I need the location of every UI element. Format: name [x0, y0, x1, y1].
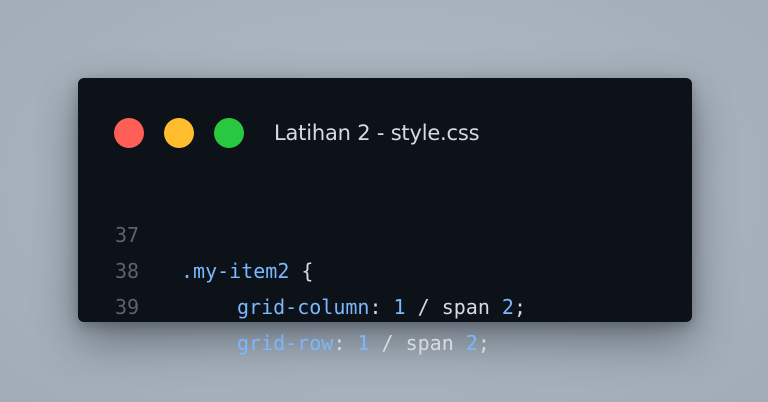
window-title: Latihan 2 - style.css — [274, 121, 480, 145]
value-text: / span — [369, 331, 466, 355]
line-content: grid-row: 1 / span 2; — [181, 325, 490, 361]
css-property: grid-row — [237, 331, 334, 355]
close-window-button[interactable] — [114, 118, 144, 148]
code-block: 37 .my-item2 { 38 grid-column: 1 / span … — [78, 181, 692, 355]
maximize-window-button[interactable] — [214, 118, 244, 148]
line-content: grid-column: 1 / span 2; — [181, 289, 526, 325]
window-titlebar: Latihan 2 - style.css — [78, 78, 692, 188]
code-window: Latihan 2 - style.css 37 .my-item2 { 38 … — [78, 78, 692, 355]
number-value: 2 — [501, 295, 514, 319]
code-line: 37 .my-item2 { — [78, 181, 692, 283]
code-line: 39 grid-row: 1 / span 2; — [78, 253, 692, 355]
semicolon: ; — [477, 331, 490, 355]
minimize-window-button[interactable] — [164, 118, 194, 148]
number-value: 1 — [357, 331, 370, 355]
css-property: grid-column — [237, 295, 370, 319]
colon: : — [333, 331, 358, 355]
number-value: 2 — [465, 331, 478, 355]
number-value: 1 — [393, 295, 406, 319]
code-line: 38 grid-column: 1 / span 2; — [78, 217, 692, 319]
semicolon: ; — [513, 295, 527, 319]
line-number: 39 — [115, 295, 140, 319]
value-text: / span — [405, 295, 502, 319]
colon: : — [369, 295, 394, 319]
